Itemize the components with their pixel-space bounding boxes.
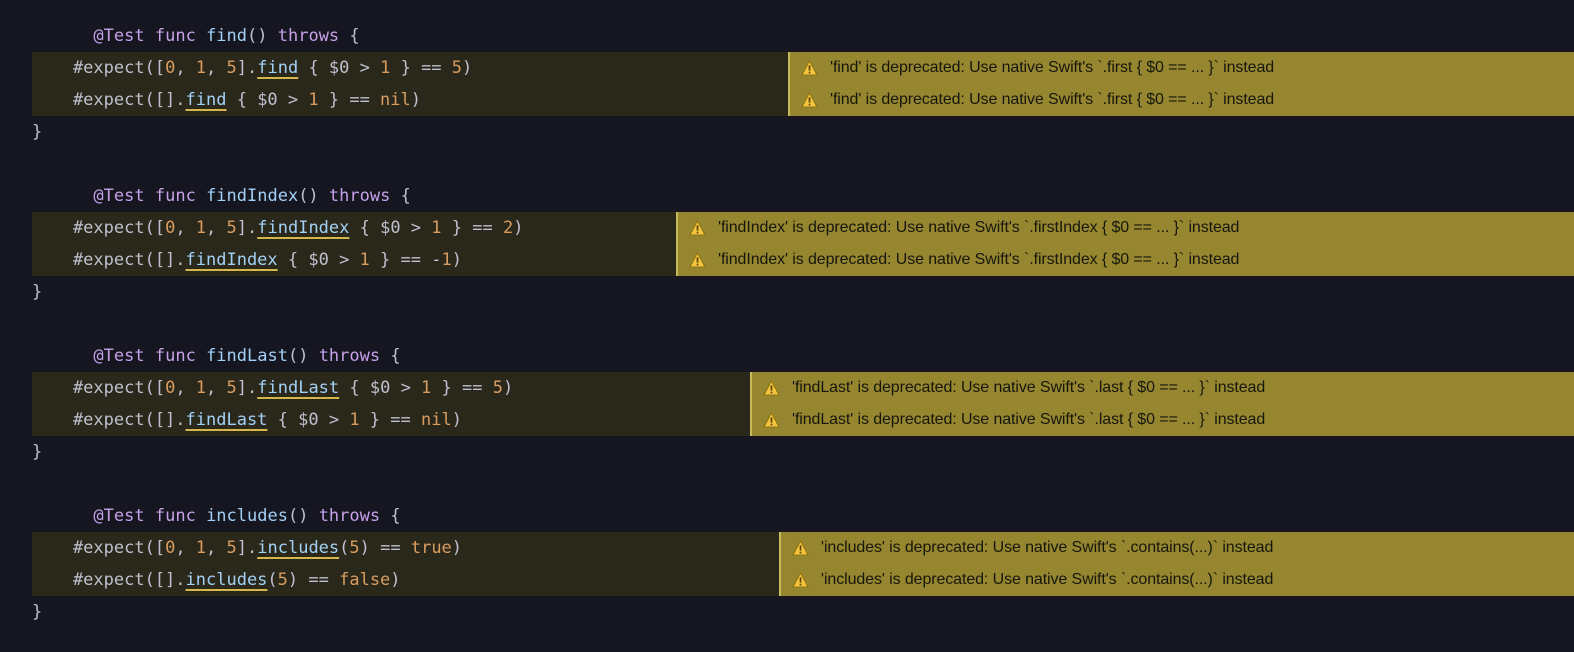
code-line[interactable]: #expect([].includes(5) == false) 'includ… — [32, 564, 1574, 596]
code-line[interactable]: @Test func find() throws { — [32, 20, 1574, 52]
deprecated-method: find — [186, 90, 227, 110]
deprecated-method: find — [257, 58, 298, 78]
code-line[interactable]: @Test func findLast() throws { — [32, 340, 1574, 372]
warning-icon — [798, 52, 820, 84]
code-line[interactable]: @Test func findIndex() throws { — [32, 180, 1574, 212]
warning-message: 'includes' is deprecated: Use native Swi… — [821, 532, 1273, 564]
warning-icon — [686, 212, 708, 244]
deprecated-method: findIndex — [257, 218, 349, 238]
warning-message: 'includes' is deprecated: Use native Swi… — [821, 564, 1273, 596]
code-line[interactable]: @Test func includes() throws { — [32, 500, 1574, 532]
func-name: find — [206, 26, 247, 46]
warning-banner[interactable]: 'findLast' is deprecated: Use native Swi… — [750, 404, 1574, 436]
kw-func: func — [155, 26, 196, 46]
deprecated-method: includes — [257, 538, 339, 558]
code-line[interactable]: #expect([0, 1, 5].includes(5) == true) '… — [32, 532, 1574, 564]
code-line[interactable]: } — [32, 116, 1574, 148]
warning-message: 'findLast' is deprecated: Use native Swi… — [792, 404, 1265, 436]
warning-banner[interactable]: 'findIndex' is deprecated: Use native Sw… — [676, 244, 1574, 276]
code-line[interactable]: #expect([].findLast { $0 > 1 } == nil) '… — [32, 404, 1574, 436]
deprecated-method: findLast — [257, 378, 339, 398]
code-line[interactable]: } — [32, 276, 1574, 308]
warning-banner[interactable]: 'findIndex' is deprecated: Use native Sw… — [676, 212, 1574, 244]
warning-icon — [760, 404, 782, 436]
code-editor[interactable]: @Test func find() throws { #expect([0, 1… — [0, 0, 1574, 628]
warning-banner[interactable]: 'findLast' is deprecated: Use native Swi… — [750, 372, 1574, 404]
code-line[interactable]: #expect([].findIndex { $0 > 1 } == -1) '… — [32, 244, 1574, 276]
warning-message: 'findLast' is deprecated: Use native Swi… — [792, 372, 1265, 404]
warning-message: 'find' is deprecated: Use native Swift's… — [830, 52, 1274, 84]
deprecated-method: includes — [186, 570, 268, 590]
code-line[interactable]: } — [32, 596, 1574, 628]
warning-banner[interactable]: 'includes' is deprecated: Use native Swi… — [779, 564, 1574, 596]
warning-icon — [686, 244, 708, 276]
code-line[interactable]: } — [32, 436, 1574, 468]
warning-message: 'find' is deprecated: Use native Swift's… — [830, 84, 1274, 116]
warning-banner[interactable]: 'find' is deprecated: Use native Swift's… — [788, 52, 1574, 84]
code-line[interactable]: #expect([].find { $0 > 1 } == nil) 'find… — [32, 84, 1574, 116]
code-line[interactable]: #expect([0, 1, 5].findLast { $0 > 1 } ==… — [32, 372, 1574, 404]
warning-icon — [789, 564, 811, 596]
warning-banner[interactable]: 'includes' is deprecated: Use native Swi… — [779, 532, 1574, 564]
warning-message: 'findIndex' is deprecated: Use native Sw… — [718, 244, 1239, 276]
code-line[interactable]: #expect([0, 1, 5].findIndex { $0 > 1 } =… — [32, 212, 1574, 244]
deprecated-method: findLast — [186, 410, 268, 430]
warning-icon — [789, 532, 811, 564]
warning-icon — [798, 84, 820, 116]
warning-message: 'findIndex' is deprecated: Use native Sw… — [718, 212, 1239, 244]
deprecated-method: findIndex — [186, 250, 278, 270]
warning-banner[interactable]: 'find' is deprecated: Use native Swift's… — [788, 84, 1574, 116]
warning-icon — [760, 372, 782, 404]
code-line[interactable]: #expect([0, 1, 5].find { $0 > 1 } == 5) … — [32, 52, 1574, 84]
attr-test: @Test — [93, 26, 144, 46]
